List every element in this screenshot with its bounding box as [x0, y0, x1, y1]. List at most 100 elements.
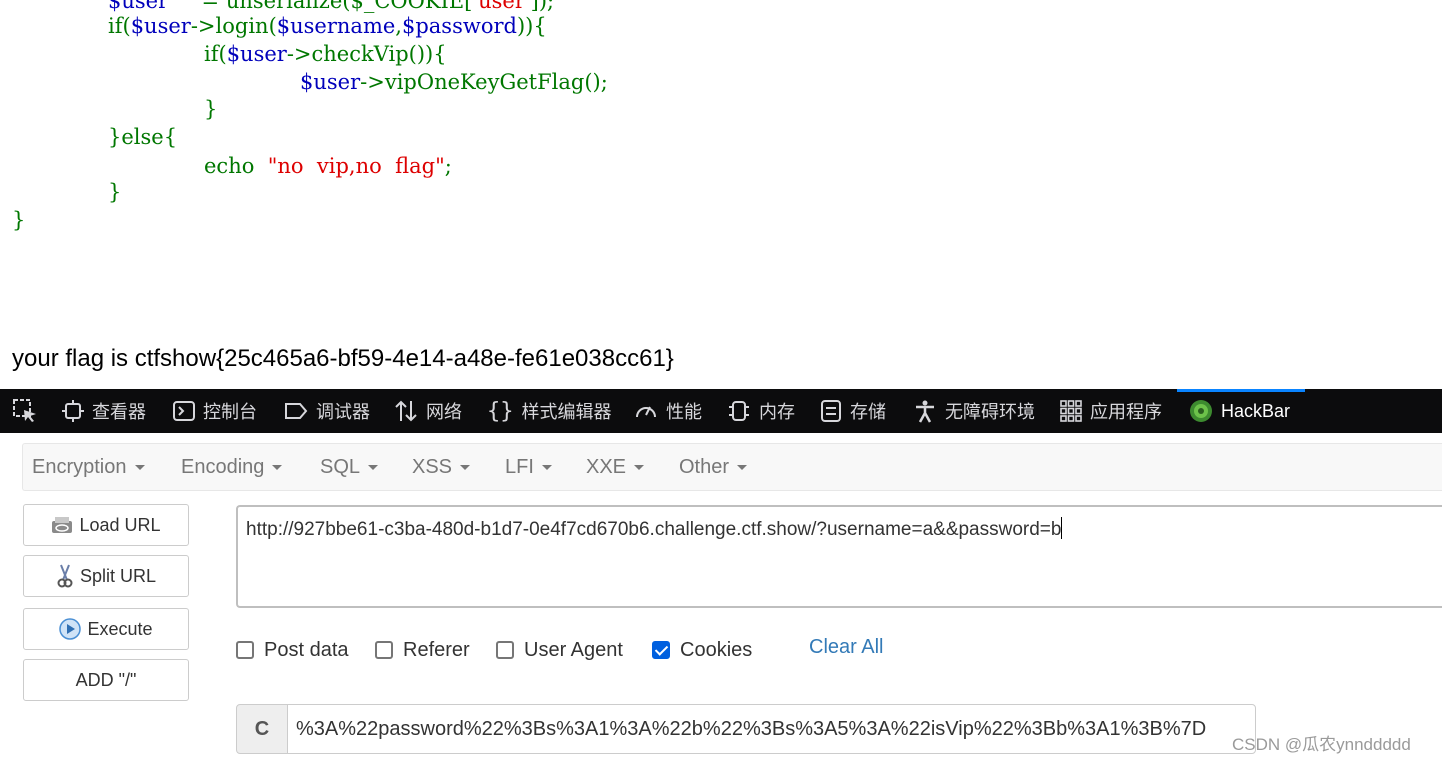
- text-cursor: [1061, 517, 1063, 539]
- accessibility-icon: [916, 400, 934, 423]
- checkbox-label: User Agent: [524, 638, 623, 661]
- console-icon: [173, 401, 195, 421]
- code-line: if($user->login($username,$password)){: [108, 14, 547, 38]
- play-icon: [59, 618, 82, 640]
- tab-label: 应用程序: [1090, 402, 1162, 422]
- code-line: if($user->checkVip()){: [204, 42, 447, 66]
- memory-icon: [729, 401, 749, 421]
- picker-icon: [13, 399, 36, 422]
- button-label: Execute: [87, 618, 153, 639]
- tab-application[interactable]: 应用程序: [1060, 389, 1162, 433]
- checkbox-box[interactable]: [496, 641, 514, 659]
- menu-label: XXE: [586, 456, 627, 478]
- tab-network[interactable]: 网络: [394, 389, 462, 433]
- grid-icon: [1060, 400, 1082, 422]
- menu-encryption[interactable]: Encryption: [32, 444, 145, 490]
- menu-lfi[interactable]: LFI: [505, 444, 552, 490]
- tab-debugger[interactable]: 调试器: [284, 389, 370, 433]
- cookies-checkbox[interactable]: Cookies: [652, 638, 752, 662]
- cookie-input[interactable]: %3A%22password%22%3Bs%3A1%3A%22b%22%3Bs%…: [287, 704, 1256, 754]
- menu-other[interactable]: Other: [679, 444, 748, 490]
- tab-label: HackBar: [1221, 400, 1291, 421]
- checkbox-label: Post data: [264, 638, 349, 661]
- menu-sql[interactable]: SQL: [320, 444, 379, 490]
- url-value: http://927bbe61-c3ba-480d-b1d7-0e4f7cd67…: [246, 519, 1062, 540]
- menu-label: SQL: [320, 456, 361, 478]
- caret-down-icon: [134, 464, 145, 470]
- checkbox-box[interactable]: [375, 641, 393, 659]
- tab-label: 无障碍环境: [945, 402, 1035, 422]
- tab-performance[interactable]: 性能: [634, 389, 702, 433]
- caret-down-icon: [460, 464, 471, 470]
- code-line: echo "no vip,no flag";: [204, 154, 452, 178]
- tab-storage[interactable]: 存储: [820, 389, 886, 433]
- tab-label: 查看器: [92, 402, 146, 422]
- tab-label: 性能: [666, 402, 702, 422]
- menu-xxe[interactable]: XXE: [586, 444, 645, 490]
- caret-down-icon: [634, 464, 645, 470]
- referer-checkbox[interactable]: Referer: [375, 638, 470, 662]
- url-input[interactable]: http://927bbe61-c3ba-480d-b1d7-0e4f7cd67…: [236, 505, 1442, 608]
- watermark-text: CSDN @瓜农ynnddddd: [1232, 735, 1411, 754]
- braces-icon: {}: [487, 398, 514, 424]
- button-label: Split URL: [79, 565, 157, 586]
- menu-encoding[interactable]: Encoding: [181, 444, 283, 490]
- tab-label: 控制台: [203, 402, 257, 422]
- tab-label: 网络: [426, 402, 462, 422]
- storage-icon: [821, 400, 841, 422]
- tab-console[interactable]: 控制台: [173, 389, 257, 433]
- scissors-icon: [57, 564, 73, 588]
- hackbar-logo-icon: [1190, 400, 1212, 422]
- checkbox-box[interactable]: [236, 641, 254, 659]
- element-picker-button[interactable]: [12, 389, 38, 433]
- inspector-icon: [62, 400, 84, 422]
- execute-button[interactable]: Execute: [23, 608, 189, 650]
- performance-icon: [636, 406, 656, 418]
- tab-style-editor[interactable]: {} 样式编辑器: [487, 389, 612, 433]
- network-icon: [395, 400, 417, 422]
- tab-memory[interactable]: 内存: [727, 389, 795, 433]
- menu-label: XSS: [412, 456, 453, 478]
- debugger-icon: [285, 403, 308, 419]
- split-url-button[interactable]: Split URL: [23, 555, 189, 597]
- checkbox-label: Cookies: [680, 638, 753, 661]
- button-label: ADD "/": [75, 669, 137, 690]
- caret-down-icon: [541, 464, 552, 470]
- tab-inspector[interactable]: 查看器: [62, 389, 146, 433]
- tab-label: 样式编辑器: [521, 402, 612, 422]
- user-agent-checkbox[interactable]: User Agent: [496, 638, 623, 662]
- load-url-icon: [52, 517, 73, 533]
- caret-down-icon: [368, 464, 379, 470]
- cookie-label: C: [236, 704, 288, 754]
- menu-xss[interactable]: XSS: [412, 444, 471, 490]
- code-line: }: [204, 97, 218, 121]
- menu-label: Encoding: [181, 456, 265, 478]
- checkbox-box-checked[interactable]: [652, 641, 670, 659]
- caret-down-icon: [272, 464, 283, 470]
- hackbar-menubar: Encryption Encoding SQL XSS LFI XXE Othe…: [22, 443, 1442, 491]
- tab-accessibility[interactable]: 无障碍环境: [913, 389, 1035, 433]
- add-slash-button[interactable]: ADD "/": [23, 659, 189, 701]
- code-line: $user->vipOneKeyGetFlag();: [300, 70, 608, 94]
- post-data-checkbox[interactable]: Post data: [236, 638, 349, 662]
- code-line: }: [108, 180, 122, 204]
- load-url-button[interactable]: Load URL: [23, 504, 189, 546]
- tab-label: 内存: [759, 402, 795, 422]
- button-label: Load URL: [79, 514, 161, 535]
- devtools-toolbar: 查看器 控制台 调试器 网络 {} 样式编辑器 性能 内存 存储 无障碍环境 应…: [0, 389, 1442, 433]
- menu-label: Encryption: [32, 456, 127, 478]
- checkbox-label: Referer: [403, 638, 470, 661]
- tab-label: 调试器: [316, 402, 370, 422]
- clear-all-link[interactable]: Clear All: [809, 636, 883, 659]
- menu-label: LFI: [505, 456, 534, 478]
- cookie-field-group: C %3A%22password%22%3Bs%3A1%3A%22b%22%3B…: [236, 704, 1256, 754]
- tab-hackbar[interactable]: HackBar: [1189, 389, 1290, 433]
- hackbar-panel: Encryption Encoding SQL XSS LFI XXE Othe…: [0, 433, 1442, 761]
- code-line: }: [12, 208, 26, 232]
- flag-output-text: your flag is ctfshow{25c465a6-bf59-4e14-…: [12, 345, 674, 372]
- caret-down-icon: [737, 464, 748, 470]
- tab-label: 存储: [850, 402, 886, 422]
- cookie-value: %3A%22password%22%3Bs%3A1%3A%22b%22%3Bs%…: [296, 718, 1207, 740]
- php-source-code: $user = unserialize($_COOKIE['user']); i…: [0, 0, 1442, 340]
- menu-label: Other: [679, 456, 730, 478]
